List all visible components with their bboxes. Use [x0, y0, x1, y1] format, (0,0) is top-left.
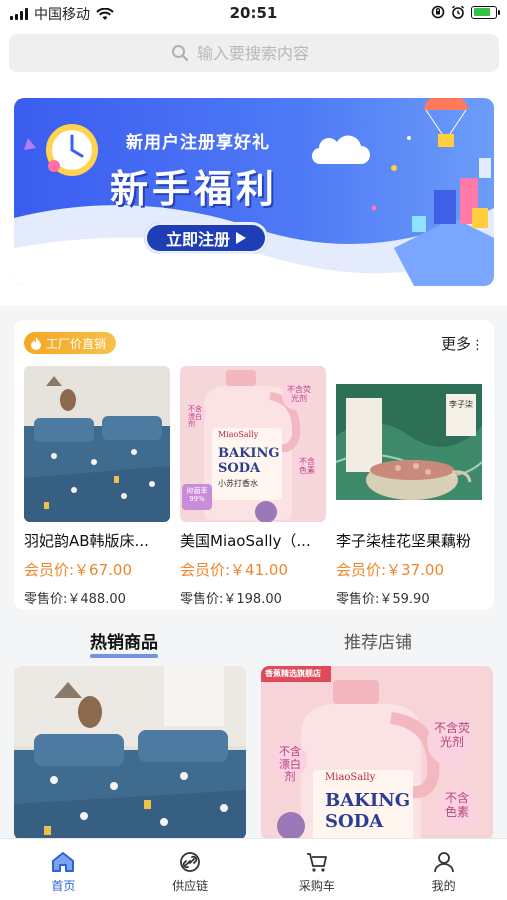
factory-product-list: 羽妃韵AB韩版床... 会员价:￥67.00 零售价:￥488.00 MiaoS… — [24, 366, 486, 607]
tag-no-fluor: 不含荧光剂 — [287, 385, 311, 403]
tabbar-supply-chain[interactable]: 供应链 — [127, 839, 254, 900]
tag-no-bleach: 不含漂白剂 — [188, 405, 202, 429]
antibacterial-badge: 抑菌率99% — [186, 487, 208, 503]
play-arrow-icon — [236, 232, 246, 244]
product-card[interactable]: MiaoSally BAKING SODA 小苏打香水 不含漂白剂 不含荧光剂 … — [180, 366, 326, 607]
link-icon — [180, 852, 201, 872]
orientation-lock-icon — [431, 5, 445, 19]
tab-stores-label: 推荐店铺 — [344, 633, 412, 653]
product-brand-mark: MiaoSally — [325, 772, 376, 783]
tab-recommended-stores[interactable]: 推荐店铺 — [344, 628, 412, 653]
product-name: 羽妃韵AB韩版床... — [24, 532, 149, 550]
alarm-icon — [451, 5, 465, 19]
status-bar: 中国移动 20:51 — [0, 0, 507, 28]
store-banner-label: 香蕉精选旗舰店 — [265, 669, 321, 678]
carousel-indicator — [219, 270, 263, 274]
more-dots-icon: ⋮ — [471, 338, 484, 353]
tabbar-cart[interactable]: 采购车 — [254, 839, 381, 900]
tabbar-home-label: 首页 — [51, 879, 76, 893]
tag-no-color: 不含色素 — [299, 457, 315, 475]
user-icon — [433, 852, 454, 873]
tabbar-cart-label: 采购车 — [298, 879, 335, 893]
tab-hot-products[interactable]: 热销商品 — [90, 628, 158, 658]
cart-icon — [306, 853, 327, 872]
member-price: 会员价:￥67.00 — [24, 561, 132, 579]
status-right — [431, 5, 500, 19]
product-name: 李子柒桂花坚果藕粉 — [336, 532, 472, 550]
product-image-bedding — [24, 366, 170, 522]
search-input[interactable] — [197, 43, 337, 63]
promo-banner[interactable]: 新用户注册享好礼 新手福利 立即注册 — [14, 98, 494, 286]
member-price: 会员价:￥41.00 — [180, 561, 288, 579]
tab-active-indicator — [90, 654, 158, 658]
battery-icon — [471, 5, 500, 19]
retail-price: 零售价:￥198.00 — [180, 592, 282, 607]
product-image-bedding-large — [14, 666, 246, 840]
member-price: 会员价:￥37.00 — [336, 561, 444, 579]
banner-subtitle: 新用户注册享好礼 — [126, 133, 270, 153]
factory-badge-label: 工厂价直销 — [46, 336, 107, 351]
product-name: 美国MiaoSally（... — [180, 532, 311, 550]
product-text-soda: SODA — [218, 461, 261, 476]
content-tabs: 热销商品 推荐店铺 — [0, 620, 507, 660]
header — [0, 28, 507, 82]
tabbar-mine-label: 我的 — [431, 879, 456, 893]
product-text-baking: BAKING — [218, 446, 280, 461]
tabbar-supply-label: 供应链 — [172, 879, 209, 893]
product-image-lotus-powder: 李子柒 — [336, 366, 482, 522]
tabbar-home[interactable]: 首页 — [0, 839, 127, 900]
product-text-baking: BAKING — [325, 790, 411, 811]
banner-section: 新用户注册享好礼 新手福利 立即注册 — [0, 82, 507, 306]
flame-icon — [31, 336, 41, 350]
retail-price: 零售价:￥488.00 — [24, 592, 126, 607]
hot-product-card[interactable] — [14, 666, 246, 840]
register-button-label: 立即注册 — [165, 230, 230, 249]
more-link[interactable]: 更多⋮ — [441, 333, 484, 354]
product-text-soda: SODA — [325, 811, 384, 832]
product-brand-mark: MiaoSally — [218, 430, 259, 439]
more-label: 更多 — [440, 335, 471, 353]
tabbar-mine[interactable]: 我的 — [380, 839, 507, 900]
banner-title: 新手福利 — [110, 167, 279, 211]
hot-product-card[interactable]: 香蕉精选旗舰店 MiaoSally BAKING SODA 不含漂白剂 不含荧光… — [261, 666, 493, 840]
tag-no-color: 不含色素 — [444, 791, 469, 819]
register-button[interactable]: 立即注册 — [144, 222, 268, 254]
search-bar[interactable] — [9, 34, 499, 72]
tab-hot-label: 热销商品 — [90, 633, 158, 653]
product-card[interactable]: 羽妃韵AB韩版床... 会员价:￥67.00 零售价:￥488.00 — [24, 366, 170, 607]
product-text-cn: 小苏打香水 — [218, 479, 258, 488]
search-icon — [172, 45, 189, 62]
product-brand-logo: 李子柒 — [449, 400, 473, 409]
retail-price: 零售价:￥59.90 — [336, 592, 430, 607]
product-card[interactable]: 李子柒 李子柒桂花坚果藕粉 会员价:￥37.00 零售价:￥59.90 — [336, 366, 482, 607]
factory-badge: 工厂价直销 — [24, 332, 117, 354]
tag-no-fluor: 不含荧光剂 — [433, 721, 470, 749]
tag-no-bleach: 不含漂白剂 — [279, 745, 301, 784]
product-image-baking-soda: MiaoSally BAKING SODA 小苏打香水 不含漂白剂 不含荧光剂 … — [180, 366, 326, 522]
home-icon — [52, 852, 75, 872]
factory-direct-section: 工厂价直销 更多⋮ 羽妃韵AB韩版床... 会员价:￥67.00 零售价:￥48… — [14, 320, 494, 610]
bottom-tab-bar: 首页 供应链 采购车 我的 — [0, 838, 507, 900]
